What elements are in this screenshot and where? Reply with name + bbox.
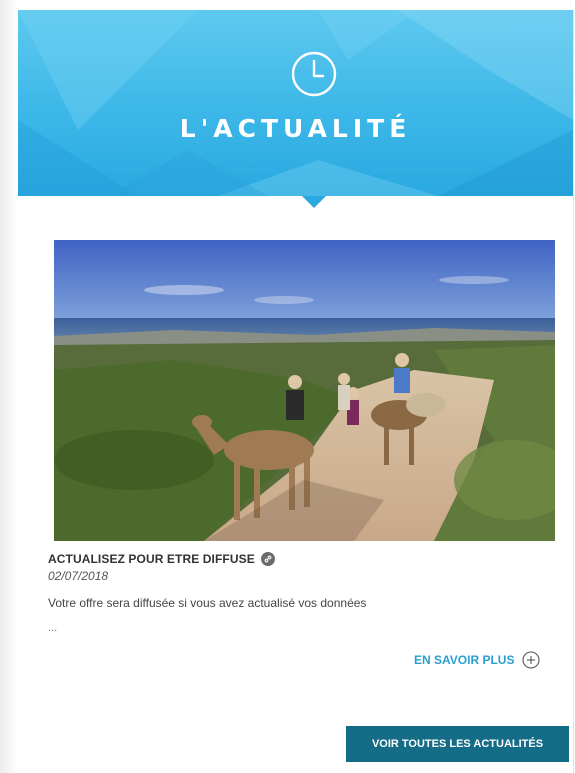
camel-ride-photo	[54, 240, 555, 541]
news-card: L'ACTUALITÉ ACTUALISEZ POUR ETRE DIFFUSE…	[18, 10, 574, 773]
link-icon[interactable]	[260, 552, 275, 566]
article-image[interactable]	[54, 240, 555, 541]
banner-facets	[18, 10, 573, 196]
news-banner: L'ACTUALITÉ	[18, 10, 573, 196]
article-title-row[interactable]: ACTUALISEZ POUR ETRE DIFFUSE	[48, 552, 275, 566]
read-more-link[interactable]: EN SAVOIR PLUS	[414, 651, 541, 669]
article-excerpt: Votre offre sera diffusée si vous avez a…	[48, 596, 367, 610]
plus-circle-icon[interactable]	[522, 651, 541, 669]
article-ellipsis: ...	[48, 622, 58, 634]
view-all-news-button[interactable]: VOIR TOUTES LES ACTUALITÉS	[346, 726, 569, 762]
left-gutter	[0, 0, 18, 773]
article-title[interactable]: ACTUALISEZ POUR ETRE DIFFUSE	[48, 552, 255, 566]
article-date: 02/07/2018	[48, 569, 109, 583]
banner-pointer	[302, 196, 326, 208]
clock-icon	[291, 51, 337, 97]
page: L'ACTUALITÉ ACTUALISEZ POUR ETRE DIFFUSE…	[0, 0, 575, 773]
read-more-label[interactable]: EN SAVOIR PLUS	[414, 653, 514, 667]
banner-title: L'ACTUALITÉ	[179, 114, 412, 143]
